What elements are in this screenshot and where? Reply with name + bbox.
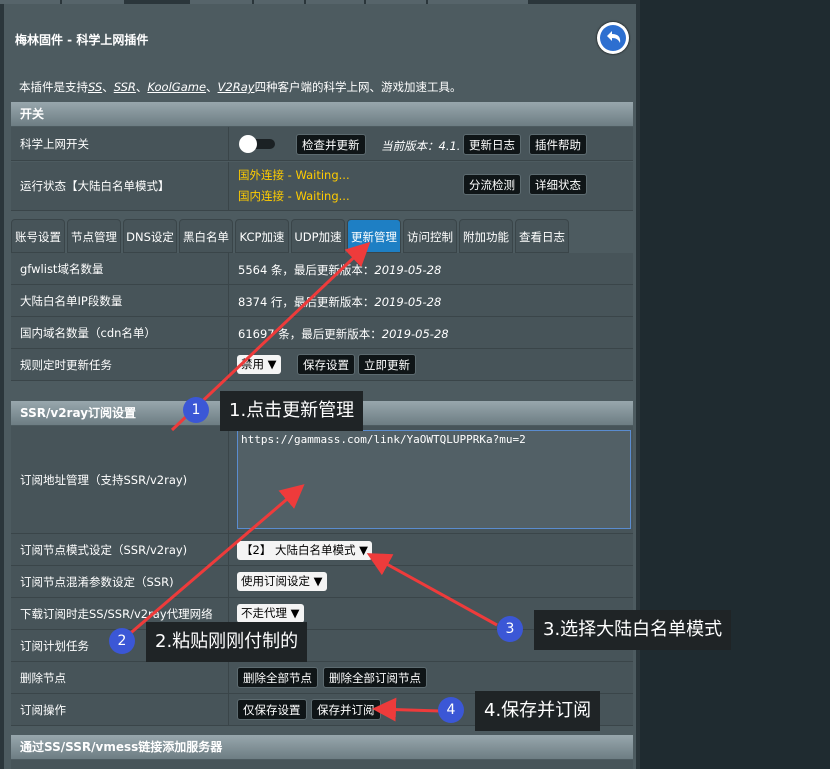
tab-kcp[interactable]: KCP加速 [235, 219, 289, 253]
save-and-subscribe-button[interactable]: 保存并订阅 [311, 699, 381, 720]
intro-text: 本插件是支持SS、SSR、KoolGame、V2Ray四种客户端的科学上网、游戏… [19, 80, 462, 94]
schedule-label: 规则定时更新任务 [11, 349, 229, 380]
status-label: 运行状态【大陆白名单模式】 [11, 162, 229, 210]
switch-label: 科学上网开关 [11, 127, 229, 160]
cdn-label: 国内域名数量（cdn名单） [11, 317, 229, 348]
delete-row: 删除节点 [11, 662, 633, 694]
tab-udp[interactable]: UDP加速 [291, 219, 345, 253]
step-badge-2: 2 [109, 628, 135, 654]
page-title: 梅林固件 - 科学上网插件 [15, 33, 149, 47]
detail-status-button[interactable]: 详细状态 [529, 174, 587, 195]
save-only-button[interactable]: 仅保存设置 [237, 699, 307, 720]
update-now-button[interactable]: 立即更新 [358, 354, 416, 375]
tab-update-management[interactable]: 更新管理 [347, 219, 401, 253]
route-check-button[interactable]: 分流检测 [463, 174, 521, 195]
tab-logs[interactable]: 查看日志 [515, 219, 569, 253]
add-server-row [11, 760, 633, 769]
mode-label: 订阅节点模式设定（SSR/v2ray) [11, 534, 229, 565]
check-update-button[interactable]: 检查并更新 [296, 134, 366, 155]
tab-black-white-list[interactable]: 黑白名单 [179, 219, 233, 253]
subscribe-url-input[interactable]: https://gammass.com/link/YaOWTQLUPPRKa?m… [237, 430, 631, 529]
step-badge-4: 4 [438, 697, 464, 723]
chnroute-value: 8374 行，最后更新版本：2019-05-28 [238, 295, 442, 309]
version-text: 当前版本：4.1.0 [381, 139, 459, 153]
delete-all-sub-nodes-button[interactable]: 删除全部订阅节点 [323, 667, 427, 688]
mode-select[interactable]: 【2】 大陆白名单模式 ▼ [237, 541, 372, 560]
step-callout-2: 2.粘贴刚刚付制的 [146, 622, 308, 662]
step-badge-1: 1 [183, 397, 209, 423]
chnroute-label: 大陆白名单IP段数量 [11, 285, 229, 316]
foreign-status: 国外连接 - Waiting... [238, 168, 350, 182]
delete-label: 删除节点 [11, 662, 229, 693]
obfs-select[interactable]: 使用订阅设定 ▼ [237, 572, 327, 591]
add-server-section-header: 通过SS/SSR/vmess链接添加服务器 [11, 735, 633, 759]
step-badge-3: 3 [497, 616, 523, 642]
step-callout-4: 4.保存并订阅 [475, 691, 601, 731]
subscribe-op-label: 订阅操作 [11, 694, 229, 725]
back-arrow-icon [600, 25, 626, 51]
domestic-status: 国内连接 - Waiting... [238, 189, 350, 203]
proxy-toggle[interactable] [237, 135, 277, 153]
proxy-select[interactable]: 不走代理 ▼ [237, 604, 304, 623]
gfwlist-label: gfwlist域名数量 [11, 253, 229, 284]
gfwlist-value: 5564 条，最后更新版本：2019-05-28 [238, 263, 442, 277]
cdn-value: 61697 条，最后更新版本：2019-05-28 [238, 327, 449, 341]
plugin-help-button[interactable]: 插件帮助 [529, 134, 587, 155]
tab-access-control[interactable]: 访问控制 [403, 219, 457, 253]
schedule-select[interactable]: 禁用 ▼ [237, 355, 281, 374]
tab-nodes[interactable]: 节点管理 [67, 219, 121, 253]
save-settings-button[interactable]: 保存设置 [297, 354, 355, 375]
back-button[interactable] [597, 22, 629, 54]
tab-account[interactable]: 账号设置 [11, 219, 65, 253]
step-callout-1: 1.点击更新管理 [220, 391, 364, 431]
subscribe-url-label: 订阅地址管理（支持SSR/v2ray) [11, 426, 229, 533]
tab-dns[interactable]: DNS设定 [123, 219, 177, 253]
changelog-button[interactable]: 更新日志 [463, 134, 521, 155]
step-callout-3: 3.选择大陆白名单模式 [534, 610, 732, 650]
delete-all-nodes-button[interactable]: 删除全部节点 [237, 667, 318, 688]
switch-section-header: 开关 [11, 102, 633, 126]
obfs-label: 订阅节点混淆参数设定（SSR) [11, 566, 229, 597]
tab-extras[interactable]: 附加功能 [459, 219, 513, 253]
